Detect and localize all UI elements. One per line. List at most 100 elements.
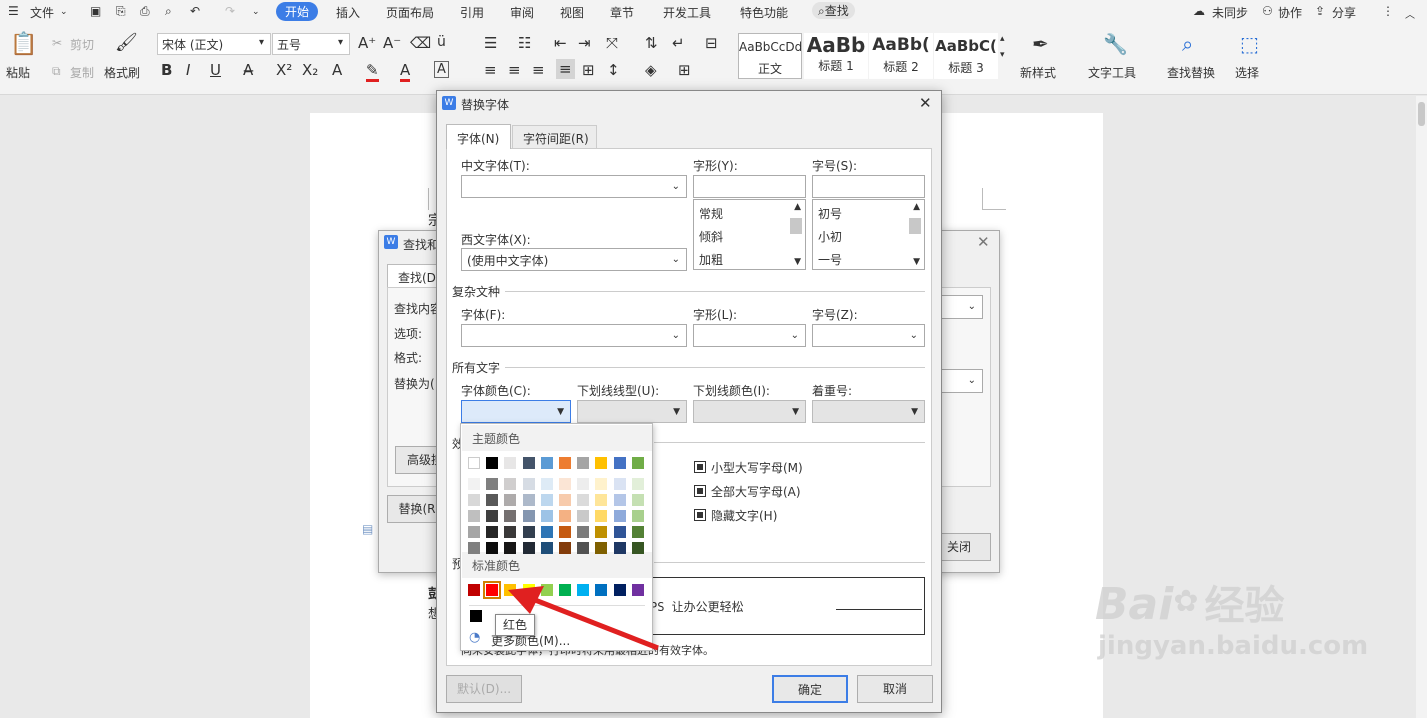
theme-shade-swatch[interactable] (468, 510, 480, 522)
theme-shade-swatch[interactable] (631, 526, 644, 538)
replace-with-input[interactable]: ⌄ (939, 369, 983, 393)
select-icon[interactable]: ⬚ (1240, 32, 1259, 56)
close-icon[interactable]: ✕ (919, 94, 932, 112)
theme-shade-swatch[interactable] (486, 510, 499, 522)
underline-color-select[interactable]: ▼ (693, 400, 806, 423)
preview-icon[interactable]: ⌕ (165, 4, 172, 19)
find-replace-button[interactable]: 查找替换 (1167, 64, 1215, 81)
font-size-select[interactable]: 五号 ▾ (272, 33, 350, 55)
theme-shade-swatch[interactable] (504, 494, 517, 506)
clear-format-icon[interactable]: ⌫ (410, 34, 431, 52)
tab-reference[interactable]: 引用 (460, 4, 484, 21)
theme-color-swatch[interactable] (577, 457, 590, 469)
tab-developer[interactable]: 开发工具 (663, 4, 711, 21)
ok-button[interactable]: 确定 (772, 675, 848, 703)
theme-color-swatch[interactable] (504, 457, 517, 469)
theme-shade-swatch[interactable] (559, 478, 571, 490)
theme-shade-swatch[interactable] (613, 478, 626, 490)
tab-review[interactable]: 审阅 (510, 4, 534, 21)
undo-icon[interactable]: ↶ (190, 4, 200, 18)
search-box[interactable]: ⌕查找 (812, 2, 855, 19)
list-item[interactable]: 一号 (818, 251, 842, 268)
border-icon[interactable]: ⊞ (678, 61, 691, 79)
save-icon[interactable]: ▣ (90, 4, 101, 18)
theme-color-swatch[interactable] (631, 457, 644, 469)
style-heading-2[interactable]: AaBb(标题 2 (869, 33, 933, 79)
styles-scroll-up-icon[interactable]: ▴ (1000, 34, 1005, 44)
find-content-input[interactable]: ⌄ (939, 295, 983, 319)
theme-shade-swatch[interactable] (468, 542, 480, 554)
theme-shade-swatch[interactable] (631, 542, 644, 554)
show-marks-icon[interactable]: ↵ (672, 34, 685, 52)
scrollbar-thumb[interactable] (790, 218, 802, 234)
text-effect-icon[interactable]: A (332, 61, 342, 79)
west-font-select[interactable]: (使用中文字体) ⌄ (461, 248, 687, 271)
collapse-ribbon-icon[interactable]: ︿ (1405, 6, 1415, 21)
style-heading-3[interactable]: AaBbC(标题 3 (934, 33, 998, 79)
share-button[interactable]: 分享 (1332, 4, 1356, 21)
style-input[interactable] (693, 175, 806, 198)
theme-shade-swatch[interactable] (595, 478, 608, 490)
emphasis-select[interactable]: ▼ (812, 400, 925, 423)
tab-insert[interactable]: 插入 (336, 4, 360, 21)
justify-icon[interactable]: ≡ (556, 59, 575, 79)
theme-shade-swatch[interactable] (504, 542, 517, 554)
list-item[interactable]: 倾斜 (699, 228, 723, 245)
theme-shade-swatch[interactable] (522, 510, 535, 522)
tab-view[interactable]: 视图 (560, 4, 584, 21)
style-list[interactable]: 常规 倾斜 加粗 ▲ ▼ (693, 199, 806, 270)
numbered-list-icon[interactable]: ☷ (518, 34, 531, 52)
align-left-icon[interactable]: ≡ (484, 61, 497, 79)
select-button[interactable]: 选择 (1235, 64, 1259, 81)
style-heading-1[interactable]: AaBb 标题 1 (804, 33, 868, 79)
theme-shade-swatch[interactable] (577, 510, 590, 522)
strikethrough-icon[interactable]: A̶ (243, 61, 253, 79)
theme-shade-swatch[interactable] (522, 478, 535, 490)
styles-scroll-down-icon[interactable]: ▾ (1000, 50, 1005, 60)
print-icon[interactable]: ⎙ (140, 4, 150, 19)
menu-file[interactable]: 文件 (30, 4, 54, 21)
tab-layout[interactable]: 页面布局 (386, 4, 434, 21)
underline-icon[interactable]: U (210, 61, 221, 79)
cancel-button[interactable]: 取消 (857, 675, 933, 703)
grow-font-icon[interactable]: A⁺ (358, 34, 376, 52)
theme-shade-swatch[interactable] (522, 526, 535, 538)
theme-shade-swatch[interactable] (486, 494, 499, 506)
theme-shade-swatch[interactable] (577, 478, 590, 490)
list-item[interactable]: 小初 (818, 228, 842, 245)
theme-shade-swatch[interactable] (613, 542, 626, 554)
theme-shade-swatch[interactable] (468, 478, 480, 490)
theme-shade-swatch[interactable] (631, 478, 644, 490)
theme-shade-swatch[interactable] (522, 494, 535, 506)
wrench-icon[interactable]: 🔧 (1103, 32, 1128, 56)
size-list[interactable]: 初号 小初 一号 ▲ ▼ (812, 199, 925, 270)
highlight-icon[interactable]: ✎ (366, 61, 379, 82)
distribute-icon[interactable]: ⊞ (582, 61, 595, 79)
font-name-select[interactable]: 宋体 (正文) ▾ (157, 33, 271, 55)
list-item[interactable]: 加粗 (699, 251, 723, 268)
superscript-icon[interactable]: X² (276, 61, 292, 79)
small-caps-checkbox[interactable] (694, 461, 706, 473)
theme-shade-swatch[interactable] (577, 494, 590, 506)
theme-shade-swatch[interactable] (486, 526, 499, 538)
theme-shade-swatch[interactable] (577, 542, 590, 554)
phonetic-icon[interactable]: ü (437, 34, 446, 50)
paste-button[interactable]: 粘贴 (6, 64, 30, 81)
theme-shade-swatch[interactable] (577, 526, 590, 538)
theme-shade-swatch[interactable] (631, 494, 644, 506)
subscript-icon[interactable]: X₂ (302, 61, 318, 79)
theme-shade-swatch[interactable] (595, 526, 608, 538)
theme-shade-swatch[interactable] (540, 526, 553, 538)
line-spacing-icon[interactable]: ↕ (607, 61, 620, 79)
theme-shade-swatch[interactable] (613, 526, 626, 538)
theme-shade-swatch[interactable] (559, 542, 571, 554)
sort-icon[interactable]: ⇅ (645, 34, 658, 52)
new-style-button[interactable]: 新样式 (1020, 64, 1056, 81)
format-painter-icon[interactable]: 🖌 (115, 32, 138, 53)
decrease-indent-icon[interactable]: ⇤ (554, 34, 567, 52)
standard-color-swatch[interactable] (468, 584, 480, 596)
theme-shade-swatch[interactable] (559, 494, 571, 506)
table-icon[interactable]: ⊟ (705, 34, 718, 52)
vertical-scrollbar[interactable] (1416, 96, 1427, 718)
theme-shade-swatch[interactable] (468, 526, 480, 538)
